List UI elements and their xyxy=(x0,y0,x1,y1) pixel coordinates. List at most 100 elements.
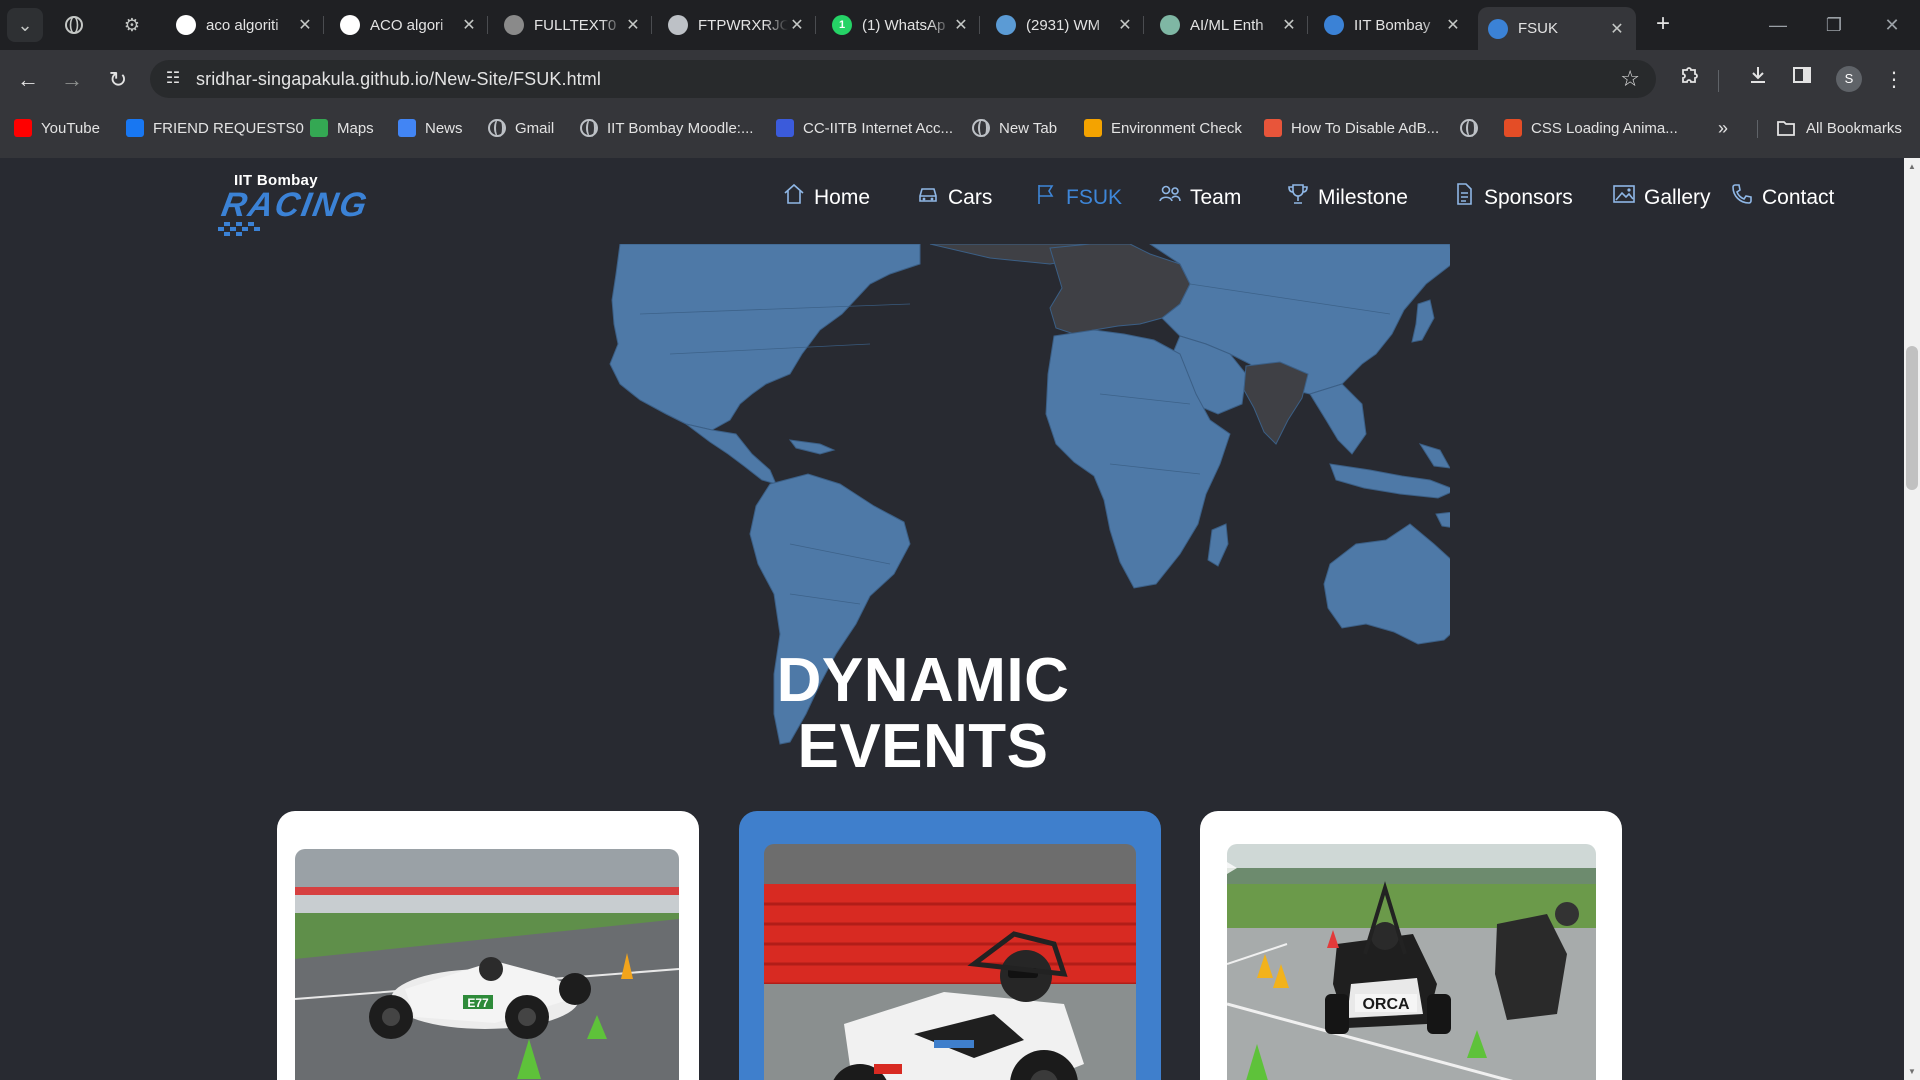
nav-link-gallery[interactable]: Gallery xyxy=(1612,185,1711,210)
bookmark-item-6[interactable]: IIT Bombay Moodle:... xyxy=(580,116,753,140)
browser-tab-1[interactable]: aco algoriti ✕ xyxy=(166,7,324,43)
tab-title: AI/ML Enth xyxy=(1190,16,1264,34)
close-tab-icon[interactable]: ✕ xyxy=(296,15,314,35)
bookmark-label: FRIEND REQUESTS0 xyxy=(153,119,304,137)
tab-title: (2931) WM xyxy=(1026,16,1101,34)
caribbean-islands xyxy=(788,439,836,455)
pinned-tab-globe[interactable] xyxy=(56,8,92,42)
bookmark-item-1[interactable]: YouTube xyxy=(14,116,100,140)
event-card-1-image: E77 xyxy=(295,849,679,1080)
forward-button[interactable]: → xyxy=(56,64,88,96)
close-tab-icon[interactable]: ✕ xyxy=(952,15,970,35)
new-tab-button[interactable]: + xyxy=(1648,10,1678,40)
close-tab-icon[interactable]: ✕ xyxy=(460,15,478,35)
address-bar[interactable]: ☷ sridhar-singapakula.github.io/New-Site… xyxy=(150,60,1656,98)
bookmarks-overflow-button[interactable]: » xyxy=(1718,116,1728,140)
scrollbar-thumb[interactable] xyxy=(1906,346,1918,490)
bookmark-item-12[interactable]: CSS Loading Anima... xyxy=(1504,116,1678,140)
phone-icon xyxy=(1732,184,1752,204)
driver-helmet xyxy=(479,957,503,981)
close-tab-icon[interactable]: ✕ xyxy=(1280,15,1298,35)
philippines xyxy=(1418,443,1450,469)
bookmark-item-3[interactable]: Maps xyxy=(310,116,374,140)
tab-search-button[interactable]: ⌄ xyxy=(7,8,43,42)
chevron-down-icon: ⌄ xyxy=(17,14,33,35)
reload-button[interactable]: ↻ xyxy=(102,64,134,96)
side-panel-button[interactable] xyxy=(1786,64,1818,96)
tab-title: ACO algori xyxy=(370,16,444,34)
close-tab-icon[interactable]: ✕ xyxy=(1116,15,1134,35)
nav-link-sponsors[interactable]: Sponsors xyxy=(1452,183,1573,210)
bookmark-item-10[interactable]: How To Disable AdB... xyxy=(1264,116,1439,140)
bookmark-star-icon[interactable]: ☆ xyxy=(1620,66,1640,92)
event-card-2-image xyxy=(764,844,1136,1080)
extensions-button[interactable] xyxy=(1674,64,1706,96)
browser-tab-6[interactable]: (2931) WM ✕ xyxy=(986,7,1144,43)
iitb-racing-icon xyxy=(1488,18,1508,39)
event-card-3[interactable]: ORCA xyxy=(1200,811,1622,1080)
double-chevron-right-icon: » xyxy=(1718,117,1729,138)
profile-avatar[interactable]: S xyxy=(1836,66,1862,92)
back-button[interactable]: ← xyxy=(12,64,44,96)
browser-tab-9[interactable]: FSUK ✕ xyxy=(1478,7,1636,50)
browser-tab-4[interactable]: FTPWRXRJC ✕ xyxy=(658,7,816,43)
iitb-racing-icon xyxy=(1324,15,1344,35)
browser-tab-8[interactable]: IIT Bombay ✕ xyxy=(1314,7,1472,43)
nav-link-team[interactable]: Team xyxy=(1158,185,1241,210)
downloads-button[interactable] xyxy=(1742,64,1774,96)
all-bookmarks-button[interactable]: All Bookmarks xyxy=(1776,116,1902,140)
close-tab-icon[interactable]: ✕ xyxy=(1444,15,1462,35)
scroll-up-arrow-icon[interactable]: ▲ xyxy=(1907,162,1917,171)
nav-link-home[interactable]: Home xyxy=(782,183,870,210)
bookmark-item-9[interactable]: Environment Check xyxy=(1084,116,1242,140)
browser-tab-7[interactable]: AI/ML Enth ✕ xyxy=(1150,7,1308,43)
tab-separator xyxy=(1143,16,1144,34)
nav-link-milestone[interactable]: Milestone xyxy=(1286,184,1408,210)
browser-tab-2[interactable]: ACO algori ✕ xyxy=(330,7,488,43)
browser-menu-button[interactable]: ⋮ xyxy=(1878,64,1910,96)
nav-link-label: Contact xyxy=(1762,186,1835,209)
southeast-asia xyxy=(1309,383,1367,455)
bookmarks-divider xyxy=(1757,120,1758,138)
bookmark-item-4[interactable]: News xyxy=(398,116,463,140)
close-tab-icon[interactable]: ✕ xyxy=(788,15,806,35)
browser-tab-5[interactable]: 1 (1) WhatsAp ✕ xyxy=(822,7,980,43)
sun-icon xyxy=(1084,119,1102,137)
event-card-2[interactable] xyxy=(739,811,1161,1080)
tab-title: (1) WhatsAp xyxy=(862,16,946,34)
scroll-down-arrow-icon[interactable]: ▼ xyxy=(1907,1067,1917,1076)
bookmark-item-5[interactable]: Gmail xyxy=(488,116,554,140)
close-tab-icon[interactable]: ✕ xyxy=(624,15,642,35)
close-window-button[interactable]: ✕ xyxy=(1872,10,1912,40)
pinned-tab-settings[interactable]: ⚙ xyxy=(114,8,150,42)
papua-new-guinea xyxy=(1435,511,1450,528)
event-card-3-image: ORCA xyxy=(1227,844,1596,1080)
tab-title: IIT Bombay xyxy=(1354,16,1431,34)
bookmark-label: New Tab xyxy=(999,119,1058,137)
browser-tab-3[interactable]: FULLTEXT0 ✕ xyxy=(494,7,652,43)
tab-separator xyxy=(815,16,816,34)
bookmark-label: Gmail xyxy=(515,119,555,137)
nav-link-cars[interactable]: Cars xyxy=(916,186,992,210)
page-scrollbar[interactable]: ▲ ▼ xyxy=(1904,158,1920,1080)
bookmark-item-11[interactable] xyxy=(1460,116,1487,140)
nav-link-contact[interactable]: Contact xyxy=(1730,184,1835,210)
url-text: sridhar-singapakula.github.io/New-Site/F… xyxy=(196,69,601,89)
bookmark-item-8[interactable]: New Tab xyxy=(972,116,1057,140)
event-card-1[interactable]: E77 xyxy=(277,811,699,1080)
tab-separator xyxy=(487,16,488,34)
site-info-icon[interactable]: ☷ xyxy=(162,68,184,90)
bookmark-item-7[interactable]: CC-IITB Internet Acc... xyxy=(776,116,953,140)
close-tab-icon[interactable]: ✕ xyxy=(1608,19,1626,39)
restore-button[interactable]: ❐ xyxy=(1814,10,1854,40)
bookmark-item-2[interactable]: FRIEND REQUESTS0 xyxy=(126,116,304,140)
youtube-icon xyxy=(14,119,32,137)
arrow-right-icon: → xyxy=(61,67,83,92)
nav-link-fsuk[interactable]: FSUK xyxy=(1034,185,1122,210)
whatsapp-icon: 1 xyxy=(832,15,852,35)
settings-globe-icon xyxy=(1460,119,1478,137)
css-icon xyxy=(1504,119,1522,137)
section-title: DYNAMIC EVENTS xyxy=(0,648,1846,780)
minimize-button[interactable]: — xyxy=(1758,10,1798,40)
browser-toolbar: ← → ↻ ☷ sridhar-singapakula.github.io/Ne… xyxy=(0,50,1920,158)
